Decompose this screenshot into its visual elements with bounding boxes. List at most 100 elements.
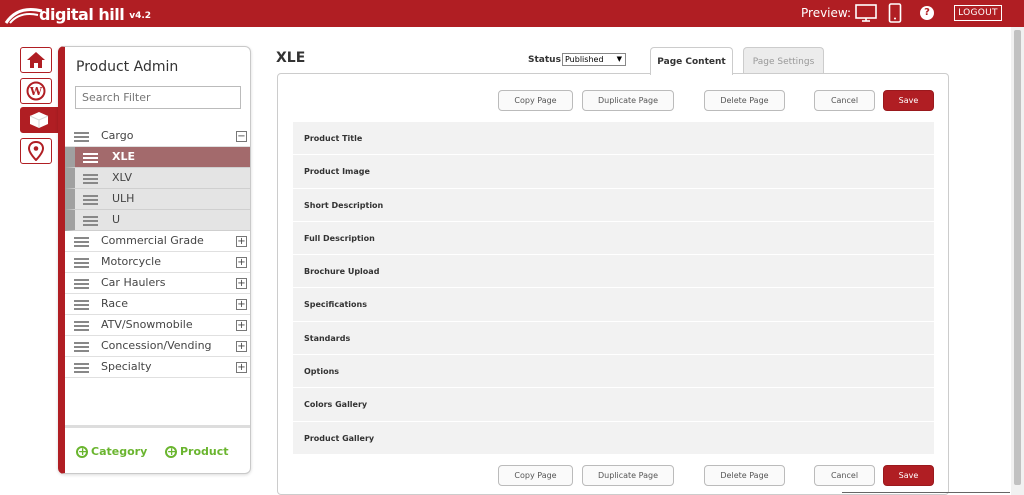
content-field-row[interactable]: Specifications xyxy=(293,288,934,322)
save-button[interactable]: Save xyxy=(883,90,934,111)
rail-wordpress-button[interactable]: W xyxy=(20,78,52,104)
content-field-row[interactable]: Product Gallery xyxy=(293,421,934,455)
top-bar: digital hill v4.2 Preview: ? LOGOUT xyxy=(0,0,1024,27)
action-bar-bottom: Copy Page Duplicate Page Delete Page Can… xyxy=(278,465,950,489)
product-label: ULH xyxy=(112,192,135,205)
product-row[interactable]: ULH xyxy=(65,189,250,210)
content-field-row[interactable]: Product Image xyxy=(293,155,934,189)
expand-icon[interactable]: + xyxy=(236,278,247,289)
content-field-row[interactable]: Short Description xyxy=(293,188,934,222)
content-field-row[interactable]: Product Title xyxy=(293,122,934,156)
home-icon xyxy=(27,52,45,68)
drag-handle-icon[interactable] xyxy=(74,258,89,268)
rail-home-button[interactable] xyxy=(20,47,52,73)
action-bar-top: Copy Page Duplicate Page Delete Page Can… xyxy=(278,90,950,114)
add-category-label: Category xyxy=(91,445,148,458)
rail-location-button[interactable] xyxy=(20,138,52,164)
rail-products-button[interactable] xyxy=(20,107,58,133)
wordpress-icon: W xyxy=(26,81,46,101)
status-value: Published xyxy=(565,55,604,64)
hill-logo-icon xyxy=(4,8,43,24)
drag-handle-icon[interactable] xyxy=(74,363,89,373)
collapse-icon[interactable]: − xyxy=(236,131,247,142)
product-row[interactable]: U xyxy=(65,210,250,231)
mobile-preview-icon[interactable] xyxy=(888,3,902,23)
category-row[interactable]: ATV/Snowmobile + xyxy=(65,315,250,336)
cancel-button[interactable]: Cancel xyxy=(814,465,875,486)
drag-handle-icon[interactable] xyxy=(83,195,98,205)
product-label: XLE xyxy=(112,150,136,163)
category-row[interactable]: Specialty + xyxy=(65,357,250,378)
drag-handle-icon[interactable] xyxy=(74,237,89,247)
expand-icon[interactable]: + xyxy=(236,362,247,373)
product-box-icon xyxy=(29,112,49,128)
category-label: Concession/Vending xyxy=(101,339,212,352)
drag-handle-icon[interactable] xyxy=(74,300,89,310)
add-circle-icon: + xyxy=(76,444,88,458)
page-title: XLE xyxy=(276,50,306,66)
save-button[interactable]: Save xyxy=(883,465,934,486)
category-row[interactable]: Commercial Grade + xyxy=(65,231,250,252)
desktop-preview-icon[interactable] xyxy=(855,4,877,23)
tab-page-content[interactable]: Page Content xyxy=(650,47,733,75)
category-label: Specialty xyxy=(101,360,152,373)
drag-handle-icon[interactable] xyxy=(83,153,98,163)
svg-text:W: W xyxy=(29,85,43,98)
category-row[interactable]: Motorcycle + xyxy=(65,252,250,273)
status-select[interactable]: Published ▼ xyxy=(562,53,626,66)
product-row[interactable]: XLE xyxy=(65,147,250,168)
search-filter-input[interactable] xyxy=(75,86,241,109)
dropdown-caret-icon: ▼ xyxy=(616,55,622,63)
duplicate-page-button[interactable]: Duplicate Page xyxy=(582,465,674,486)
add-product-label: Product xyxy=(180,445,229,458)
category-tree: Cargo − XLE XLV ULH U Commercial Grade + Motorcy… xyxy=(65,126,250,378)
drag-handle-icon[interactable] xyxy=(74,132,89,142)
category-label: Cargo xyxy=(101,129,134,142)
scrollbar-thumb[interactable] xyxy=(1014,30,1021,485)
expand-icon[interactable]: + xyxy=(236,320,247,331)
category-row[interactable]: Cargo − xyxy=(65,126,250,147)
category-row[interactable]: Car Haulers + xyxy=(65,273,250,294)
content-fields: Product Title Product Image Short Descript… xyxy=(293,122,934,455)
drag-handle-icon[interactable] xyxy=(74,321,89,331)
logout-button[interactable]: LOGOUT xyxy=(954,5,1002,21)
drag-handle-icon[interactable] xyxy=(74,342,89,352)
delete-page-button[interactable]: Delete Page xyxy=(704,465,785,486)
category-label: Commercial Grade xyxy=(101,234,204,247)
add-category-button[interactable]: + Category xyxy=(76,445,147,458)
drag-handle-icon[interactable] xyxy=(83,216,98,226)
version-label: v4.2 xyxy=(129,11,152,21)
copy-page-button[interactable]: Copy Page xyxy=(498,465,573,486)
drag-handle-icon[interactable] xyxy=(83,174,98,184)
category-label: Car Haulers xyxy=(101,276,166,289)
cancel-button[interactable]: Cancel xyxy=(814,90,875,111)
product-admin-panel: Product Admin Cargo − XLE XLV ULH U Commercial… xyxy=(58,46,251,474)
delete-page-button[interactable]: Delete Page xyxy=(704,90,785,111)
add-circle-icon: + xyxy=(165,444,177,458)
tab-page-settings[interactable]: Page Settings xyxy=(743,47,824,74)
product-label: U xyxy=(112,213,121,226)
panel-footer: + Category + Product xyxy=(65,425,250,473)
expand-icon[interactable]: + xyxy=(236,341,247,352)
product-row[interactable]: XLV xyxy=(65,168,250,189)
page-content-panel: Copy Page Duplicate Page Delete Page Can… xyxy=(277,73,949,495)
drag-handle-icon[interactable] xyxy=(74,279,89,289)
expand-icon[interactable]: + xyxy=(236,299,247,310)
product-label: XLV xyxy=(112,171,132,184)
content-field-row[interactable]: Brochure Upload xyxy=(293,255,934,289)
help-icon[interactable]: ? xyxy=(920,6,934,20)
content-field-row[interactable]: Colors Gallery xyxy=(293,388,934,422)
content-field-row[interactable]: Standards xyxy=(293,321,934,356)
duplicate-page-button[interactable]: Duplicate Page xyxy=(582,90,674,111)
logo[interactable]: digital hill v4.2 xyxy=(4,3,151,25)
content-field-row[interactable]: Full Description xyxy=(293,221,934,256)
page-scrollbar[interactable] xyxy=(1011,27,1024,495)
add-product-button[interactable]: + Product xyxy=(165,445,229,458)
expand-icon[interactable]: + xyxy=(236,257,247,268)
copy-page-button[interactable]: Copy Page xyxy=(498,90,573,111)
expand-icon[interactable]: + xyxy=(236,236,247,247)
category-row[interactable]: Race + xyxy=(65,294,250,315)
category-row[interactable]: Concession/Vending + xyxy=(65,336,250,357)
content-field-row[interactable]: Options xyxy=(293,355,934,389)
divider xyxy=(842,492,1010,493)
